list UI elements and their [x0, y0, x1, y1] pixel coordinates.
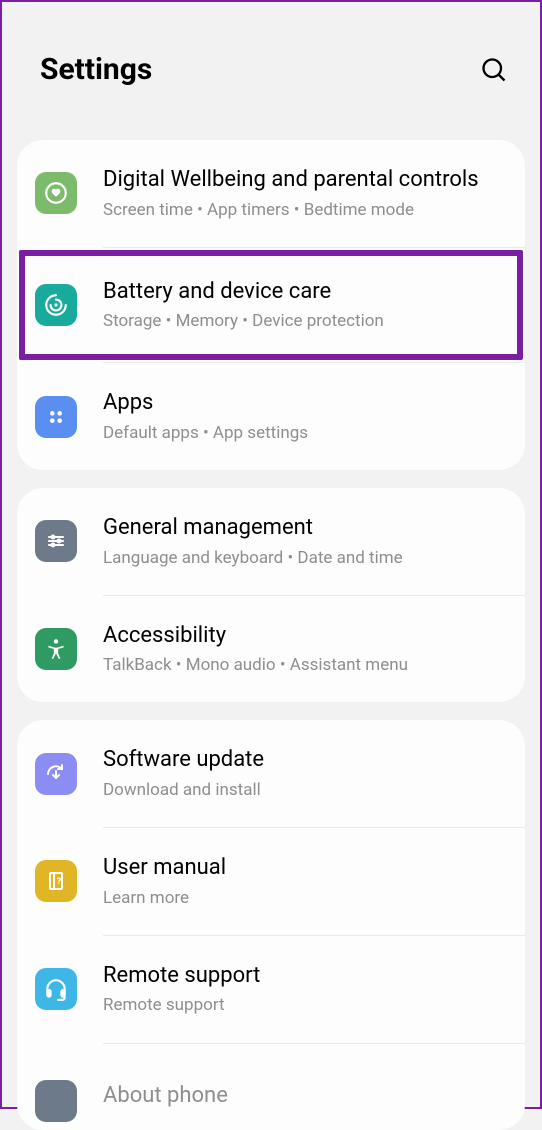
settings-item-text: Remote support Remote support [103, 962, 507, 1017]
settings-item-subtitle: Learn more [103, 887, 507, 909]
settings-item-text: Battery and device care Storage • Memory… [103, 278, 507, 333]
settings-item-title: Remote support [103, 962, 507, 991]
sliders-icon [35, 520, 77, 562]
settings-item-title: User manual [103, 854, 507, 883]
settings-item-subtitle: Download and install [103, 779, 507, 801]
settings-item-title: General management [103, 514, 507, 543]
settings-item-update[interactable]: Software update Download and install [17, 720, 525, 827]
settings-section: General management Language and keyboard… [17, 488, 525, 702]
svg-text:?: ? [57, 877, 62, 887]
settings-item-title: Software update [103, 746, 507, 775]
settings-item-subtitle: TalkBack • Mono audio • Assistant menu [103, 654, 507, 676]
accessibility-icon [35, 628, 77, 670]
settings-item-title: Battery and device care [103, 278, 507, 307]
settings-item-subtitle: Storage • Memory • Device protection [103, 310, 507, 332]
device-care-icon [35, 284, 77, 326]
page-title: Settings [40, 52, 152, 87]
settings-item-subtitle: Language and keyboard • Date and time [103, 547, 507, 569]
heart-circle-icon [35, 172, 77, 214]
settings-item-text: General management Language and keyboard… [103, 514, 507, 569]
settings-item-subtitle: Default apps • App settings [103, 422, 507, 444]
settings-item-text: Accessibility TalkBack • Mono audio • As… [103, 622, 507, 677]
settings-item-wellbeing[interactable]: Digital Wellbeing and parental controls … [17, 140, 525, 247]
settings-section: Digital Wellbeing and parental controls … [17, 140, 525, 470]
settings-item-manual[interactable]: ? User manual Learn more [17, 828, 525, 935]
settings-item-apps[interactable]: Apps Default apps • App settings [17, 363, 525, 470]
settings-item-subtitle: Screen time • App timers • Bedtime mode [103, 199, 507, 221]
update-icon [35, 753, 77, 795]
settings-item-title: About phone [103, 1084, 507, 1111]
settings-item-general[interactable]: General management Language and keyboard… [17, 488, 525, 595]
settings-item-remote[interactable]: Remote support Remote support [17, 936, 525, 1043]
info-icon [35, 1080, 77, 1122]
apps-icon [35, 396, 77, 438]
settings-section: Software update Download and install ? U… [17, 720, 525, 1129]
settings-item-subtitle: Remote support [103, 994, 507, 1016]
search-icon[interactable] [480, 56, 508, 84]
header: Settings [2, 2, 540, 122]
settings-item-accessibility[interactable]: Accessibility TalkBack • Mono audio • As… [17, 596, 525, 703]
settings-item-about[interactable]: About phone [17, 1044, 525, 1130]
settings-item-text: Software update Download and install [103, 746, 507, 801]
book-icon: ? [35, 860, 77, 902]
headset-icon [35, 968, 77, 1010]
settings-item-title: Accessibility [103, 622, 507, 651]
settings-item-battery[interactable]: Battery and device care Storage • Memory… [17, 248, 525, 363]
settings-item-text: User manual Learn more [103, 854, 507, 909]
settings-item-text: Apps Default apps • App settings [103, 389, 507, 444]
settings-item-text: Digital Wellbeing and parental controls … [103, 166, 507, 221]
settings-item-title: Digital Wellbeing and parental controls [103, 166, 507, 195]
settings-item-title: Apps [103, 389, 507, 418]
settings-item-text: About phone [103, 1084, 507, 1117]
